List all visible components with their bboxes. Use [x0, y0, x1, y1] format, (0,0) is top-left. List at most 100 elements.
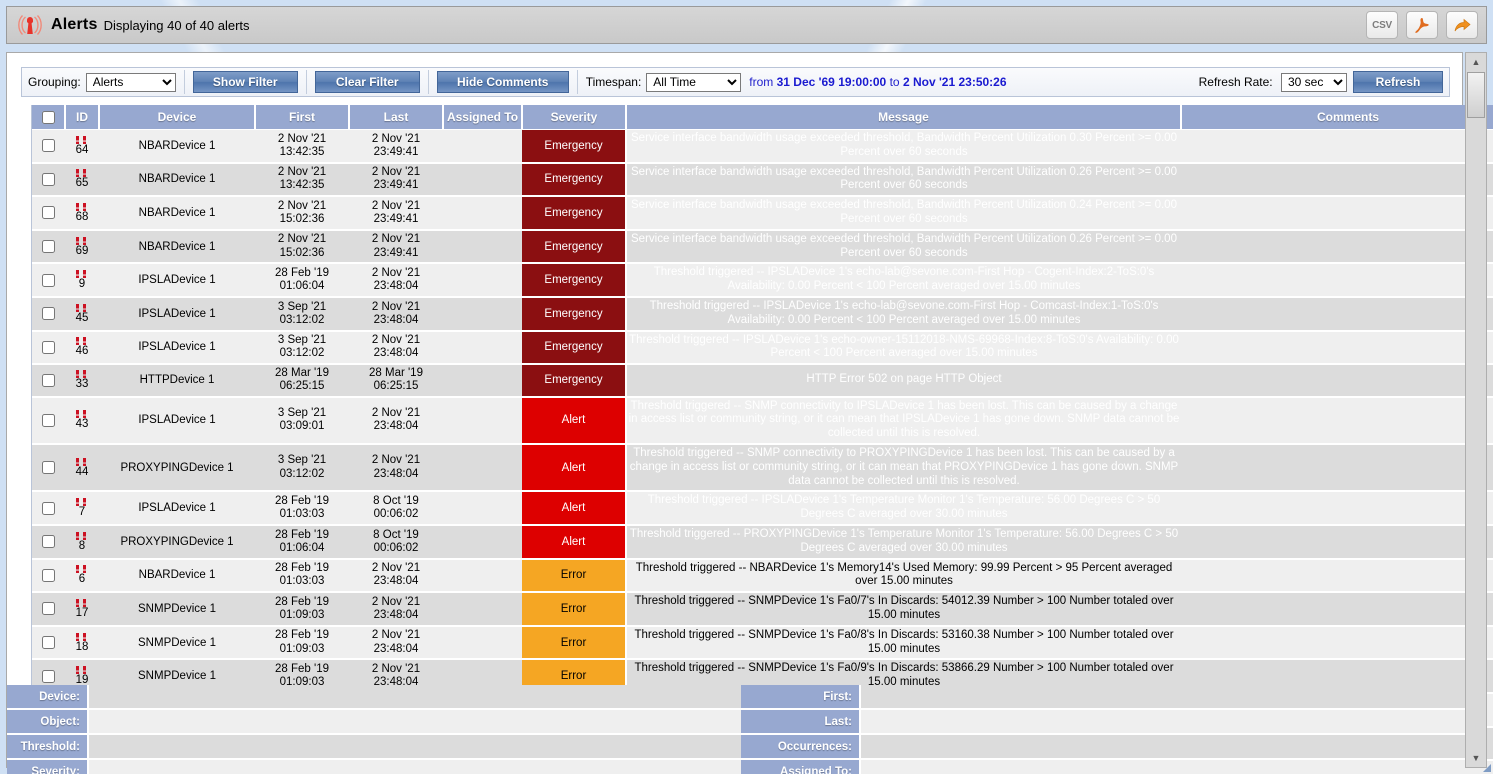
- detail-value-last: [860, 709, 1470, 735]
- table-row[interactable]: 18 SNMPDevice 1 28 Feb '19 01:09:03 2 Nov '2…: [32, 625, 1493, 661]
- row-checkbox[interactable]: [42, 602, 55, 616]
- table-row[interactable]: 46 IPSLADevice 13 Sep '21 03:12:02 2 Nov '2…: [32, 330, 1493, 366]
- row-select-cell[interactable]: [32, 162, 65, 198]
- row-select-cell[interactable]: [32, 129, 65, 164]
- row-checkbox[interactable]: [42, 413, 55, 427]
- header-id[interactable]: ID: [65, 105, 100, 130]
- header-message[interactable]: Message: [626, 105, 1182, 130]
- row-checkbox[interactable]: [42, 669, 55, 683]
- table-row[interactable]: 44 PROXYPINGDevice 13 Sep '21 03:12:02 2 No…: [32, 443, 1493, 493]
- table-row[interactable]: 43 IPSLADevice 13 Sep '21 03:09:01 2 Nov '2…: [32, 396, 1493, 445]
- row-checkbox[interactable]: [42, 568, 55, 582]
- row-select-cell[interactable]: [32, 443, 65, 493]
- row-comments[interactable]: [1181, 592, 1493, 627]
- scrollbar-thumb[interactable]: [1467, 72, 1485, 118]
- row-checkbox[interactable]: [42, 461, 55, 475]
- csv-export-button[interactable]: CSV: [1366, 11, 1398, 39]
- row-comments[interactable]: [1181, 558, 1493, 594]
- row-checkbox[interactable]: [42, 373, 55, 387]
- page-scrollbar[interactable]: ▲ ▼: [1465, 52, 1487, 768]
- row-select-cell[interactable]: [32, 330, 65, 366]
- row-comments[interactable]: [1181, 625, 1493, 661]
- row-select-cell[interactable]: [32, 491, 65, 526]
- row-checkbox[interactable]: [42, 172, 55, 186]
- row-checkbox[interactable]: [42, 307, 55, 321]
- select-all-checkbox[interactable]: [41, 111, 55, 125]
- row-comments[interactable]: [1181, 491, 1493, 526]
- header-last[interactable]: Last: [349, 105, 444, 130]
- row-assigned-to: [443, 129, 522, 164]
- share-export-button[interactable]: [1446, 11, 1478, 39]
- refresh-button[interactable]: Refresh: [1353, 71, 1443, 93]
- header-assigned-to[interactable]: Assigned To: [443, 105, 523, 130]
- row-select-cell[interactable]: [32, 229, 65, 265]
- refresh-rate-select[interactable]: 30 sec: [1281, 72, 1347, 92]
- row-last-date: 2 Nov '21: [371, 166, 421, 179]
- table-row[interactable]: 6 NBARDevice 1 28 Feb '19 01:03:03 2 Nov '21…: [32, 558, 1493, 594]
- row-device: NBARDevice 1: [99, 129, 255, 164]
- row-checkbox[interactable]: [42, 340, 55, 354]
- row-comments[interactable]: [1181, 443, 1493, 493]
- table-row[interactable]: 64 NBARDevice 12 Nov '21 13:42:35 2 Nov '21…: [32, 129, 1493, 164]
- row-checkbox[interactable]: [42, 535, 55, 549]
- alert-detail-panel: Device: First: Object: Last: Threshold: …: [7, 685, 1470, 774]
- table-row[interactable]: 7 IPSLADevice 1 28 Feb '19 01:03:03 8 Oct '1…: [32, 491, 1493, 526]
- row-comments[interactable]: [1181, 229, 1493, 265]
- row-comments[interactable]: [1181, 196, 1493, 231]
- table-row[interactable]: 68 NBARDevice 12 Nov '21 15:02:36 2 Nov '21…: [32, 196, 1493, 231]
- table-row[interactable]: 65 NBARDevice 12 Nov '21 13:42:35 2 Nov '21…: [32, 162, 1493, 198]
- row-checkbox[interactable]: [42, 501, 55, 515]
- table-row[interactable]: 69 NBARDevice 12 Nov '21 15:02:36 2 Nov '21…: [32, 229, 1493, 265]
- row-comments[interactable]: [1181, 396, 1493, 445]
- row-select-cell[interactable]: [32, 296, 65, 332]
- row-select-cell[interactable]: [32, 196, 65, 231]
- to-word: to: [889, 75, 900, 89]
- header-device[interactable]: Device: [99, 105, 256, 130]
- row-comments[interactable]: [1181, 364, 1493, 398]
- row-select-cell[interactable]: [32, 396, 65, 445]
- row-select-cell[interactable]: [32, 592, 65, 627]
- row-id: 9: [78, 278, 86, 291]
- page-subtitle: Displaying 40 of 40 alerts: [103, 17, 250, 33]
- table-row[interactable]: 33 HTTPDevice 1 28 Mar '19 06:25:15 28 Mar '…: [32, 364, 1493, 398]
- hide-comments-button[interactable]: Hide Comments: [436, 71, 569, 93]
- header-comments[interactable]: Comments: [1181, 105, 1493, 130]
- row-comments[interactable]: [1181, 524, 1493, 560]
- row-checkbox[interactable]: [42, 240, 55, 254]
- grouping-select[interactable]: Alerts: [85, 72, 176, 92]
- table-row[interactable]: 17 SNMPDevice 1 28 Feb '19 01:09:03 2 Nov '2…: [32, 592, 1493, 627]
- row-comments[interactable]: [1181, 129, 1493, 164]
- row-select-cell[interactable]: [32, 263, 65, 298]
- row-select-cell[interactable]: [32, 364, 65, 398]
- row-comments[interactable]: [1181, 263, 1493, 298]
- table-row[interactable]: 8 PROXYPINGDevice 1 28 Feb '19 01:06:04 8 Oc…: [32, 524, 1493, 560]
- show-filter-button[interactable]: Show Filter: [192, 71, 298, 93]
- row-checkbox[interactable]: [42, 206, 55, 220]
- row-select-cell[interactable]: [32, 625, 65, 661]
- row-checkbox[interactable]: [42, 273, 55, 287]
- row-select-cell[interactable]: [32, 524, 65, 560]
- pdf-export-button[interactable]: [1406, 11, 1438, 39]
- table-row[interactable]: 9 IPSLADevice 1 28 Feb '19 01:06:04 2 Nov '2…: [32, 263, 1493, 298]
- clear-filter-button[interactable]: Clear Filter: [314, 71, 420, 93]
- header-severity[interactable]: Severity: [522, 105, 627, 130]
- row-id-cell: 8: [65, 524, 99, 560]
- timespan-select[interactable]: All Time: [646, 72, 742, 92]
- row-id-cell: 7: [65, 491, 99, 526]
- row-comments[interactable]: [1181, 296, 1493, 332]
- detail-value-device: [88, 685, 741, 710]
- row-checkbox[interactable]: [42, 139, 55, 153]
- row-first-date: 2 Nov '21: [277, 233, 327, 246]
- resize-corner-icon[interactable]: [1483, 764, 1491, 772]
- table-row[interactable]: 45 IPSLADevice 13 Sep '21 03:12:02 2 Nov '2…: [32, 296, 1493, 332]
- filter-toolbar: Grouping: Alerts Show Filter Clear Filte…: [21, 67, 1450, 97]
- row-select-cell[interactable]: [32, 558, 65, 594]
- row-last-time: 23:48:04: [373, 608, 419, 621]
- row-comments[interactable]: [1181, 162, 1493, 198]
- row-message: Threshold triggered -- SNMPDevice 1's Fa…: [626, 625, 1181, 661]
- header-first[interactable]: First: [255, 105, 350, 130]
- scroll-up-icon[interactable]: ▲: [1466, 53, 1486, 71]
- row-checkbox[interactable]: [42, 636, 55, 650]
- row-comments[interactable]: [1181, 330, 1493, 366]
- alert-severity-icon: [65, 236, 99, 245]
